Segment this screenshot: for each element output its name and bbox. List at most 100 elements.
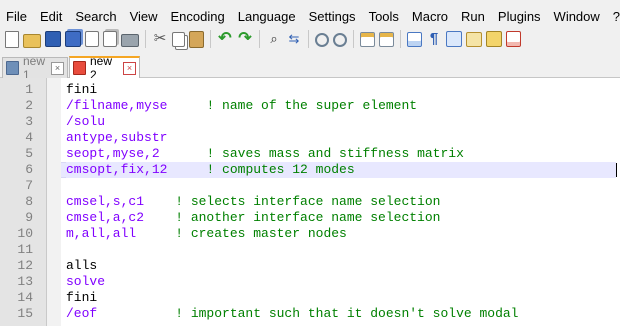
toolbar-separator bbox=[145, 30, 146, 48]
line-content: /solu bbox=[66, 114, 616, 130]
code-line[interactable]: 13 solve bbox=[0, 274, 620, 290]
comment-text: ! creates master nodes bbox=[175, 226, 347, 241]
close-all-icon[interactable] bbox=[103, 31, 117, 47]
close-icon[interactable] bbox=[85, 31, 99, 47]
menu-search[interactable]: Search bbox=[69, 9, 123, 24]
comment-text: ! another interface name selection bbox=[175, 210, 441, 225]
new-file-icon[interactable] bbox=[5, 30, 19, 48]
menu-language[interactable]: Language bbox=[231, 9, 302, 24]
code-line[interactable]: 8 cmsel,s,c1 ! selects interface name sel… bbox=[0, 194, 620, 210]
function-list-icon[interactable] bbox=[506, 31, 521, 47]
command-text: antype,substr bbox=[66, 130, 168, 145]
toolbar-separator bbox=[259, 30, 260, 48]
line-number: 9 bbox=[25, 210, 33, 225]
code-line[interactable]: 9 cmsel,a,c2 ! another interface name sel… bbox=[0, 210, 620, 226]
undo-icon[interactable]: ↶ bbox=[217, 31, 233, 47]
code-line[interactable]: 10 m,all,all ! creates master nodes bbox=[0, 226, 620, 242]
toolbar: ✂ ↶ ↷ ⌕ ⇆ ¶ bbox=[0, 26, 620, 52]
line-content bbox=[66, 242, 616, 258]
cut-icon[interactable]: ✂ bbox=[152, 31, 168, 47]
comment-text: ! important such that it doesn't solve m… bbox=[175, 306, 519, 321]
code-line[interactable]: 7 bbox=[0, 178, 620, 194]
copy-icon[interactable] bbox=[172, 31, 185, 47]
text-editor[interactable]: 1 fini 2/filname,myse ! name of the super … bbox=[0, 78, 620, 326]
code-line[interactable]: 3/solu bbox=[0, 114, 620, 130]
code-line[interactable]: 11 bbox=[0, 242, 620, 258]
menu-window[interactable]: Window bbox=[547, 9, 606, 24]
line-number: 4 bbox=[25, 130, 33, 145]
find-icon[interactable]: ⌕ bbox=[266, 31, 282, 47]
sync-horizontal-icon[interactable] bbox=[379, 31, 394, 47]
close-tab-icon[interactable]: × bbox=[123, 61, 136, 75]
command-text: cmsel,a,c2 bbox=[66, 210, 176, 225]
code-line[interactable]: 2/filname,myse ! name of the super eleme… bbox=[0, 98, 620, 114]
zoom-in-icon[interactable] bbox=[315, 33, 329, 47]
line-content: /eof ! important such that it doesn't so… bbox=[66, 306, 616, 322]
menu-edit[interactable]: Edit bbox=[33, 9, 68, 24]
comment-text: ! selects interface name selection bbox=[175, 194, 441, 209]
menu-help[interactable]: ? bbox=[606, 9, 620, 24]
indent-guide-icon[interactable] bbox=[446, 31, 462, 47]
line-content: m,all,all ! creates master nodes bbox=[66, 226, 616, 242]
tab-new-1[interactable]: new 1 × bbox=[2, 54, 68, 82]
save-all-icon[interactable] bbox=[65, 31, 81, 47]
code-line[interactable]: 5 seopt,myse,2 ! saves mass and stiffness… bbox=[0, 146, 620, 162]
command-text: /eof bbox=[66, 306, 176, 321]
code-line[interactable]: 15/eof ! important such that it doesn't … bbox=[0, 306, 620, 322]
print-icon[interactable] bbox=[121, 34, 139, 47]
code-line[interactable]: 12 alls bbox=[0, 258, 620, 274]
word-wrap-icon[interactable] bbox=[407, 31, 422, 47]
menu-settings[interactable]: Settings bbox=[302, 9, 362, 24]
menu-tools[interactable]: Tools bbox=[362, 9, 405, 24]
line-content: fini bbox=[66, 290, 616, 306]
toolbar-separator bbox=[308, 30, 309, 48]
menu-plugins[interactable]: Plugins bbox=[491, 9, 547, 24]
code-line[interactable]: 14 fini bbox=[0, 290, 620, 306]
line-content bbox=[66, 178, 616, 194]
tab-strip: new 1 × new 2 × bbox=[0, 54, 620, 82]
menu-file[interactable]: File bbox=[0, 9, 33, 24]
paste-icon[interactable] bbox=[189, 30, 204, 48]
line-number: 6 bbox=[25, 162, 33, 177]
code-line[interactable]: 4 antype,substr bbox=[0, 130, 620, 146]
command-text: m,all,all bbox=[66, 226, 176, 241]
line-content: cmsel,a,c2 ! another interface name sele… bbox=[66, 210, 616, 226]
command-text: /solu bbox=[66, 114, 106, 129]
code-line[interactable]: 1 fini bbox=[0, 82, 620, 98]
menu-view[interactable]: View bbox=[123, 9, 164, 24]
open-folder-icon[interactable] bbox=[23, 33, 41, 48]
line-number: 7 bbox=[25, 178, 33, 193]
redo-icon[interactable]: ↷ bbox=[237, 31, 253, 47]
save-icon[interactable] bbox=[45, 31, 61, 47]
line-number: 8 bbox=[25, 194, 33, 209]
replace-icon[interactable]: ⇆ bbox=[286, 31, 302, 47]
command-text: alls bbox=[66, 258, 98, 273]
line-number: 10 bbox=[17, 226, 33, 241]
command-text: seopt,myse,2 bbox=[66, 146, 207, 161]
line-number: 15 bbox=[17, 306, 33, 321]
document-map-icon[interactable] bbox=[486, 31, 502, 47]
command-text: cmsel,s,c1 bbox=[66, 194, 176, 209]
zoom-out-icon[interactable] bbox=[333, 33, 347, 47]
line-content: seopt,myse,2 ! saves mass and stiffness … bbox=[66, 146, 616, 162]
command-text: cmsopt,fix,12 bbox=[66, 162, 207, 177]
tab-new-2[interactable]: new 2 × bbox=[69, 54, 140, 82]
sync-vertical-icon[interactable] bbox=[360, 31, 375, 47]
comment-text: ! name of the super element bbox=[206, 98, 418, 113]
user-defined-lang-icon[interactable] bbox=[466, 31, 482, 47]
menu-macro[interactable]: Macro bbox=[405, 9, 454, 24]
code-line[interactable]: 6 cmsopt,fix,12 ! computes 12 modes bbox=[0, 162, 620, 178]
toolbar-separator bbox=[400, 30, 401, 48]
show-all-chars-icon[interactable]: ¶ bbox=[426, 31, 442, 47]
menu-encoding[interactable]: Encoding bbox=[164, 9, 231, 24]
line-content: cmsopt,fix,12 ! computes 12 modes bbox=[66, 162, 616, 178]
line-content: /filname,myse ! name of the super elemen… bbox=[66, 98, 616, 114]
line-content: alls bbox=[66, 258, 616, 274]
file-modified-icon bbox=[73, 61, 86, 75]
line-content: cmsel,s,c1 ! selects interface name sele… bbox=[66, 194, 616, 210]
menu-run[interactable]: Run bbox=[455, 9, 492, 24]
line-number: 12 bbox=[17, 258, 33, 273]
close-tab-icon[interactable]: × bbox=[51, 61, 64, 75]
command-text: /filname,myse bbox=[66, 98, 207, 113]
toolbar-separator bbox=[353, 30, 354, 48]
